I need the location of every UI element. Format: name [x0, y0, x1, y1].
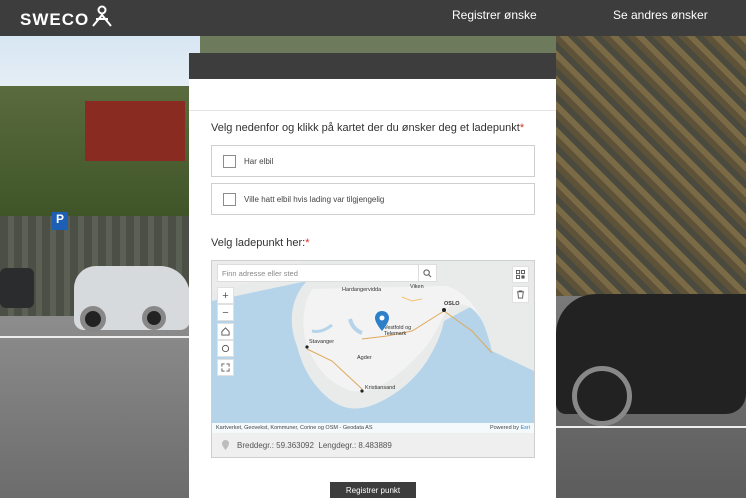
zoom-in-button[interactable]: + [217, 287, 234, 304]
question-label-2: Velg ladepunkt her:* [211, 237, 310, 249]
map-widget: Hardangervidda Viken OSLO Stavanger Vest… [211, 260, 535, 458]
required-marker: * [519, 122, 525, 134]
map-place-label: Agder [357, 355, 372, 361]
home-button[interactable] [217, 323, 234, 340]
map-place-label: Vestfold og Telemark [384, 325, 412, 337]
parking-sign: P [52, 212, 68, 230]
sweco-logo-icon [92, 5, 113, 27]
map-place-label: Kristiansand [365, 385, 396, 391]
home-icon [221, 327, 230, 336]
option-label: Ville hatt elbil hvis lading var tilgjen… [244, 194, 385, 204]
option-would-have-ev[interactable]: Ville hatt elbil hvis lading var tilgjen… [211, 183, 535, 215]
required-marker: * [305, 237, 310, 249]
delete-button[interactable] [512, 286, 529, 303]
coordinate-readout: Breddegr.: 59.363092 Lengdegr.: 8.483889 [212, 433, 534, 457]
panel-spacer [189, 79, 556, 111]
location-pin-icon [375, 311, 389, 331]
checkbox-has-ev[interactable] [223, 154, 236, 168]
zoom-out-button[interactable]: − [217, 304, 234, 321]
locate-icon [221, 344, 230, 353]
map-place-label: Hardangervidda [342, 287, 382, 293]
option-has-ev[interactable]: Har elbil [211, 145, 535, 177]
map-place-label: Stavanger [309, 339, 335, 345]
top-navbar: SWECO Registrer ønske Se andres ønsker [0, 0, 746, 36]
map-place-label: Viken [410, 284, 424, 290]
register-point-button[interactable]: Registrer punkt [330, 482, 416, 498]
qr-code-button[interactable] [512, 266, 529, 283]
location-pin-icon [222, 440, 229, 450]
qr-code-icon [516, 270, 525, 279]
option-label: Har elbil [244, 156, 274, 166]
nav-see-others-wishes[interactable]: Se andres ønsker [613, 8, 708, 22]
map-attribution: Kartverket, Geovekst, Kommuner, Corine o… [212, 423, 534, 433]
form-panel: Velg nedenfor og klikk på kartet der du … [189, 53, 556, 498]
powered-by-esri[interactable]: Powered by Esri [490, 423, 530, 433]
search-icon[interactable] [418, 265, 436, 281]
locate-button[interactable] [217, 340, 234, 357]
sweco-logo[interactable]: SWECO [20, 5, 113, 30]
fullscreen-button[interactable] [217, 359, 234, 376]
map-canvas[interactable]: Hardangervidda Viken OSLO Stavanger Vest… [212, 261, 534, 433]
logo-text: SWECO [20, 10, 90, 29]
fullscreen-icon [221, 363, 230, 372]
nav-register-wish[interactable]: Registrer ønske [452, 8, 537, 22]
checkbox-would-have-ev[interactable] [223, 192, 236, 206]
map-place-label: OSLO [444, 301, 460, 307]
question-label-1: Velg nedenfor og klikk på kartet der du … [211, 122, 525, 134]
panel-header [189, 53, 556, 79]
map-search-input[interactable]: Finn adresse eller sted [217, 264, 437, 282]
trash-icon [516, 290, 525, 299]
